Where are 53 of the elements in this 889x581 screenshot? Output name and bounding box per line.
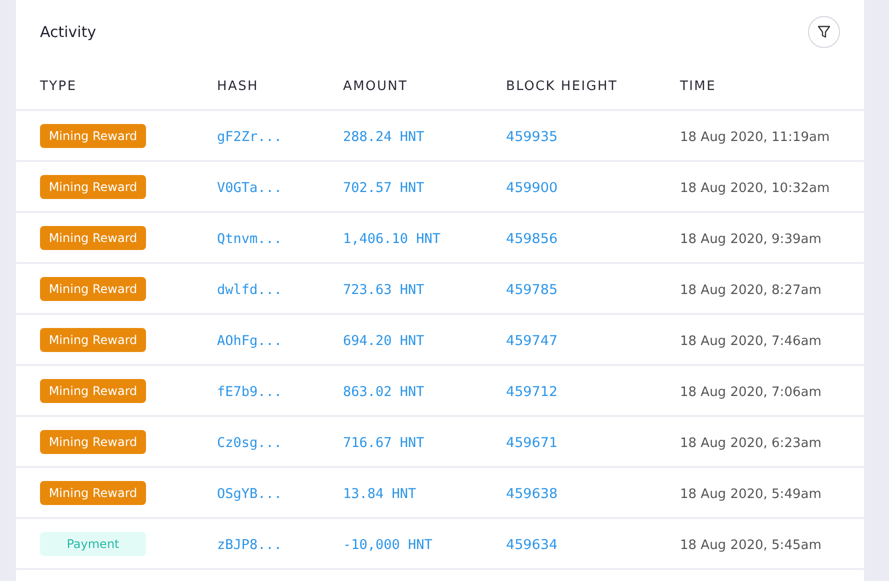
amount-text: 723.63 HNT — [343, 282, 424, 298]
filter-icon — [817, 25, 831, 39]
hash-link[interactable]: Qtnvm... — [217, 231, 282, 247]
column-header: BLOCK HEIGHT — [506, 79, 619, 94]
hash-link[interactable]: AOhFg... — [217, 333, 282, 349]
filter-button[interactable] — [808, 16, 840, 48]
type-badge: Mining Reward — [40, 276, 146, 300]
time-text: 18 Aug 2020, 6:23am — [680, 436, 822, 451]
time-text: 18 Aug 2020, 10:32am — [680, 181, 830, 196]
block-height-link[interactable]: 459900 — [506, 180, 558, 196]
hash-link[interactable]: dwlfd... — [217, 282, 282, 298]
type-badge: Payment — [40, 532, 146, 556]
card-title: Activity — [40, 23, 96, 41]
block-height-link[interactable]: 459671 — [506, 435, 558, 451]
type-badge: Mining Reward — [40, 480, 146, 504]
column-header: TIME — [680, 79, 718, 94]
block-height-link[interactable]: 459856 — [506, 231, 558, 247]
time-text: 18 Aug 2020, 8:27am — [680, 283, 822, 298]
type-badge: Mining Reward — [40, 328, 146, 352]
column-header: AMOUNT — [343, 79, 409, 94]
amount-text: 694.20 HNT — [343, 333, 424, 349]
time-text: 18 Aug 2020, 7:46am — [680, 334, 822, 349]
block-height-link[interactable]: 459638 — [506, 486, 558, 502]
hash-link[interactable]: gF2Zr... — [217, 129, 282, 145]
amount-text: 1,406.10 HNT — [343, 231, 441, 247]
block-height-link[interactable]: 459785 — [506, 282, 558, 298]
amount-text: 716.67 HNT — [343, 435, 424, 451]
amount-text: 702.57 HNT — [343, 180, 424, 196]
type-badge: Mining Reward — [40, 124, 146, 148]
amount-text: 288.24 HNT — [343, 129, 424, 145]
block-height-link[interactable]: 459712 — [506, 384, 558, 400]
hash-link[interactable]: V0GTa... — [217, 180, 282, 196]
amount-text: 13.84 HNT — [343, 486, 416, 502]
hash-link[interactable]: Cz0sg... — [217, 435, 282, 451]
hash-link[interactable]: OSgYB... — [217, 486, 282, 502]
time-text: 18 Aug 2020, 5:49am — [680, 487, 822, 502]
time-text: 18 Aug 2020, 9:39am — [680, 232, 822, 247]
type-badge: Mining Reward — [40, 378, 146, 402]
hash-link[interactable]: zBJP8... — [217, 537, 282, 553]
hash-link[interactable]: fE7b9... — [217, 384, 282, 400]
type-badge: Mining Reward — [40, 430, 146, 454]
time-text: 18 Aug 2020, 7:06am — [680, 385, 822, 400]
amount-text: 863.02 HNT — [343, 384, 424, 400]
amount-text: -10,000 HNT — [343, 537, 432, 553]
column-header: HASH — [217, 79, 260, 94]
time-text: 18 Aug 2020, 11:19am — [680, 130, 830, 145]
block-height-link[interactable]: 459634 — [506, 537, 558, 553]
type-badge: Mining Reward — [40, 226, 146, 250]
type-badge: Mining Reward — [40, 174, 146, 198]
block-height-link[interactable]: 459935 — [506, 129, 558, 145]
block-height-link[interactable]: 459747 — [506, 333, 558, 349]
time-text: 18 Aug 2020, 5:45am — [680, 538, 822, 553]
column-header: TYPE — [40, 79, 78, 94]
